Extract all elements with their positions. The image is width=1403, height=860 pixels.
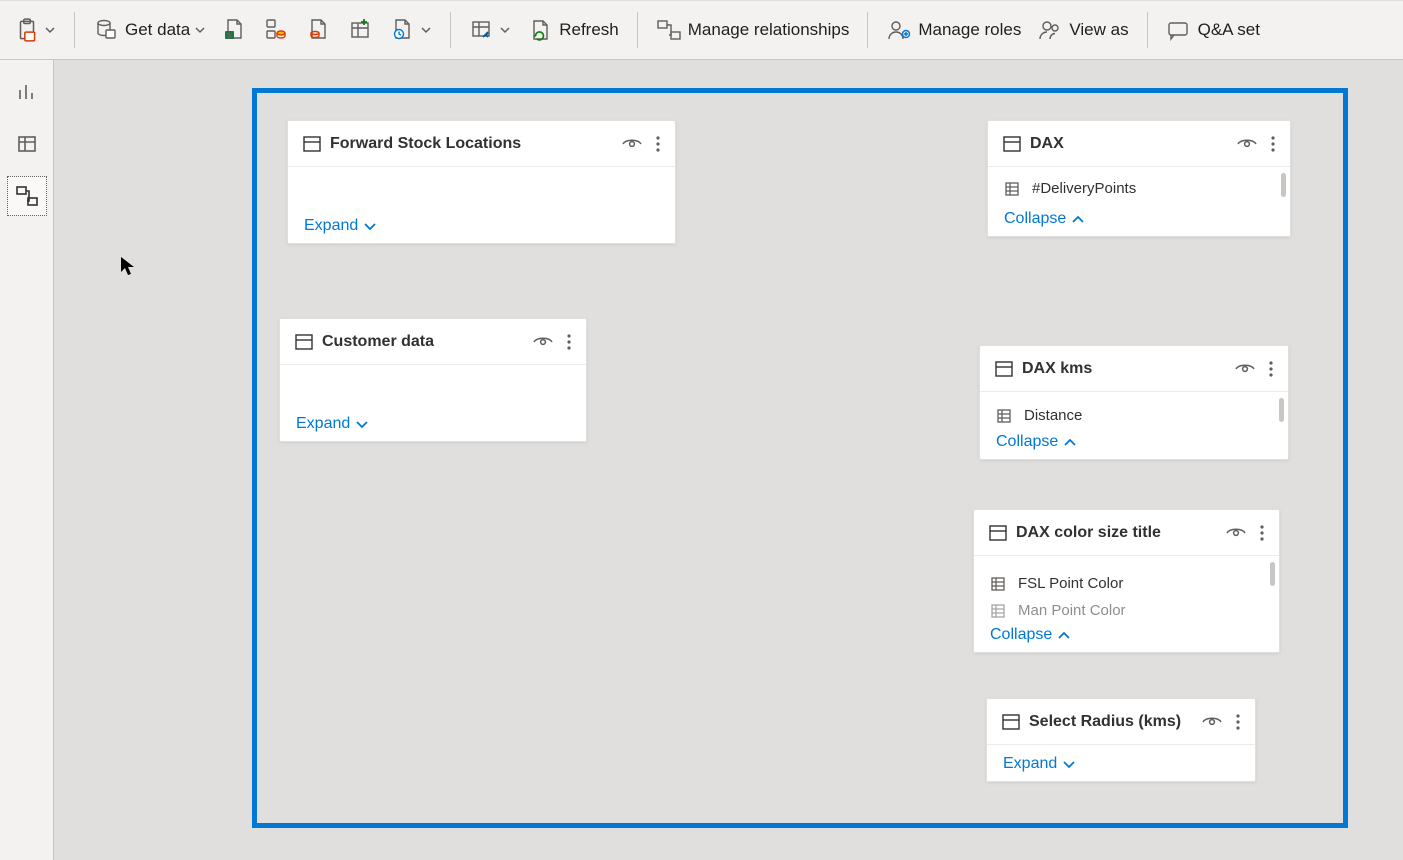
relationships-icon (656, 17, 682, 43)
more-options-icon[interactable] (651, 134, 665, 154)
table-card-select-radius[interactable]: Select Radius (kms) Expand (986, 698, 1256, 782)
table-title: DAX color size title (1016, 524, 1219, 542)
visibility-icon[interactable] (532, 332, 554, 352)
report-view-button[interactable] (7, 72, 47, 112)
visibility-icon[interactable] (1234, 359, 1256, 379)
table-icon (994, 359, 1014, 379)
expand-button[interactable]: Expand (304, 217, 378, 235)
view-as-button[interactable]: View as (1029, 8, 1136, 52)
chevron-down-icon (44, 24, 56, 36)
manage-roles-label: Manage roles (918, 20, 1021, 40)
refresh-label: Refresh (559, 20, 619, 40)
view-switcher (0, 60, 54, 860)
cursor-icon (120, 256, 136, 276)
field-name: FSL Point Color (1018, 575, 1123, 592)
table-title: Forward Stock Locations (330, 135, 615, 153)
field-name: Man Point Color (1018, 602, 1126, 619)
manage-roles-button[interactable]: Manage roles (878, 8, 1029, 52)
table-title: DAX (1030, 135, 1230, 153)
collapse-button[interactable]: Collapse (990, 626, 1072, 644)
table-card-fsl[interactable]: Forward Stock Locations Expand (287, 120, 676, 244)
table-title: DAX kms (1022, 360, 1228, 378)
model-canvas[interactable]: Forward Stock Locations Expand Customer … (54, 60, 1403, 860)
table-card-dax[interactable]: DAX #DeliveryPoints Collapse (987, 120, 1291, 237)
field-row[interactable]: FSL Point Color (974, 570, 1279, 597)
get-data-button[interactable]: Get data (85, 8, 214, 52)
more-options-icon[interactable] (562, 332, 576, 352)
visibility-icon[interactable] (1225, 523, 1247, 543)
model-view-button[interactable] (7, 176, 47, 216)
refresh-button[interactable]: Refresh (519, 8, 627, 52)
field-row[interactable]: Man Point Color (974, 597, 1279, 620)
data-view-icon (16, 133, 38, 155)
manage-relationships-button[interactable]: Manage relationships (648, 8, 858, 52)
excel-workbook-button[interactable]: x (214, 8, 256, 52)
more-options-icon[interactable] (1231, 712, 1245, 732)
field-name: #DeliveryPoints (1032, 180, 1136, 197)
chevron-down-icon (499, 24, 511, 36)
table-card-customer-data[interactable]: Customer data Expand (279, 318, 587, 442)
chevron-down-icon (420, 24, 432, 36)
ribbon-toolbar: Get data x (0, 0, 1403, 60)
scrollbar[interactable] (1279, 398, 1284, 422)
page-db-icon (306, 17, 332, 43)
recent-sources-button[interactable] (382, 8, 440, 52)
expand-button[interactable]: Expand (1003, 755, 1077, 773)
enter-data-button[interactable] (340, 8, 382, 52)
more-options-icon[interactable] (1264, 359, 1278, 379)
data-view-button[interactable] (7, 124, 47, 164)
more-options-icon[interactable] (1266, 134, 1280, 154)
model-view-icon (15, 185, 39, 207)
collapse-button[interactable]: Collapse (1004, 210, 1086, 228)
paste-button[interactable] (6, 8, 64, 52)
measure-icon (994, 408, 1014, 424)
expand-button[interactable]: Expand (296, 415, 370, 433)
field-name: Distance (1024, 407, 1082, 424)
manage-relationships-label: Manage relationships (688, 20, 850, 40)
qa-setup-button[interactable]: Q&A set (1158, 8, 1268, 52)
visibility-icon[interactable] (621, 134, 643, 154)
table-icon (988, 523, 1008, 543)
table-title: Select Radius (kms) (1029, 713, 1195, 731)
clipboard-icon (14, 17, 40, 43)
table-card-dax-color[interactable]: DAX color size title FSL Point Color Man… (973, 509, 1280, 653)
manage-roles-icon (886, 17, 912, 43)
recent-icon (390, 17, 416, 43)
qa-setup-label: Q&A set (1198, 20, 1260, 40)
table-icon (302, 134, 322, 154)
table-title: Customer data (322, 333, 526, 351)
measure-icon (988, 576, 1008, 592)
measure-icon (1002, 181, 1022, 197)
visibility-icon[interactable] (1201, 712, 1223, 732)
table-card-dax-kms[interactable]: DAX kms Distance Collapse (979, 345, 1289, 460)
data-hub-button[interactable] (256, 8, 298, 52)
refresh-icon (527, 17, 553, 43)
measure-icon (988, 603, 1008, 619)
data-hub-icon (264, 17, 290, 43)
transform-icon (469, 17, 495, 43)
database-icon (93, 17, 119, 43)
table-icon (1001, 712, 1021, 732)
table-icon (1002, 134, 1022, 154)
sql-server-button[interactable] (298, 8, 340, 52)
svg-text:x: x (228, 33, 232, 40)
scrollbar[interactable] (1270, 562, 1275, 586)
get-data-label: Get data (125, 20, 190, 40)
scrollbar[interactable] (1281, 173, 1286, 197)
view-as-label: View as (1069, 20, 1128, 40)
visibility-icon[interactable] (1236, 134, 1258, 154)
table-icon (294, 332, 314, 352)
more-options-icon[interactable] (1255, 523, 1269, 543)
chevron-down-icon (194, 24, 206, 36)
field-row[interactable]: #DeliveryPoints (988, 175, 1290, 202)
chat-icon (1166, 17, 1192, 43)
excel-icon: x (222, 17, 248, 43)
field-row[interactable]: Distance (980, 402, 1288, 429)
view-as-icon (1037, 17, 1063, 43)
report-view-icon (16, 81, 38, 103)
collapse-button[interactable]: Collapse (996, 433, 1078, 451)
enter-data-icon (348, 17, 374, 43)
transform-data-button[interactable] (461, 8, 519, 52)
